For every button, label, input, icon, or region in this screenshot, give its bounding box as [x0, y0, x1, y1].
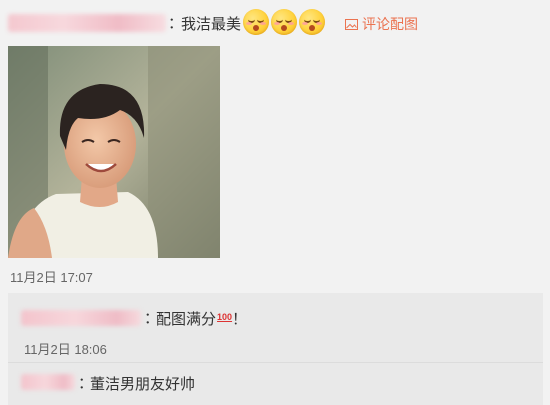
- reply-item: ： 董洁男朋友好帅: [8, 362, 543, 405]
- comment-timestamp: 11月2日 17:07: [10, 270, 93, 285]
- reply-text: 董洁男朋友好帅: [90, 376, 196, 393]
- reply-timestamp: 11月2日 18:06: [24, 342, 107, 357]
- flushed-face-icon: [271, 9, 297, 35]
- hundred-points-icon: 100: [217, 312, 233, 322]
- blurred-username[interactable]: [8, 14, 166, 32]
- flushed-face-icon: [299, 9, 325, 35]
- comment-picture-link[interactable]: 评论配图: [345, 14, 418, 34]
- main-comment: ： 我洁最美 评论配图 11月2日 17:07: [0, 0, 550, 292]
- comment-picture-label: 评论配图: [362, 16, 418, 32]
- reply-text: 配图满分100！: [156, 308, 247, 329]
- reply-text-suffix: ！: [232, 311, 248, 328]
- blurred-username[interactable]: [21, 310, 141, 326]
- flushed-face-icon: [243, 9, 269, 35]
- reply-item: ： 配图满分100！ 11月2日 18:06: [8, 293, 543, 362]
- portrait-illustration: [8, 46, 220, 258]
- comment-text: 我洁最美: [181, 16, 242, 33]
- emoji-row: [243, 9, 325, 35]
- blurred-username[interactable]: [21, 374, 75, 390]
- image-icon: [345, 18, 358, 30]
- comment-photo[interactable]: [8, 46, 220, 258]
- reply-text-main: 配图满分: [156, 311, 217, 328]
